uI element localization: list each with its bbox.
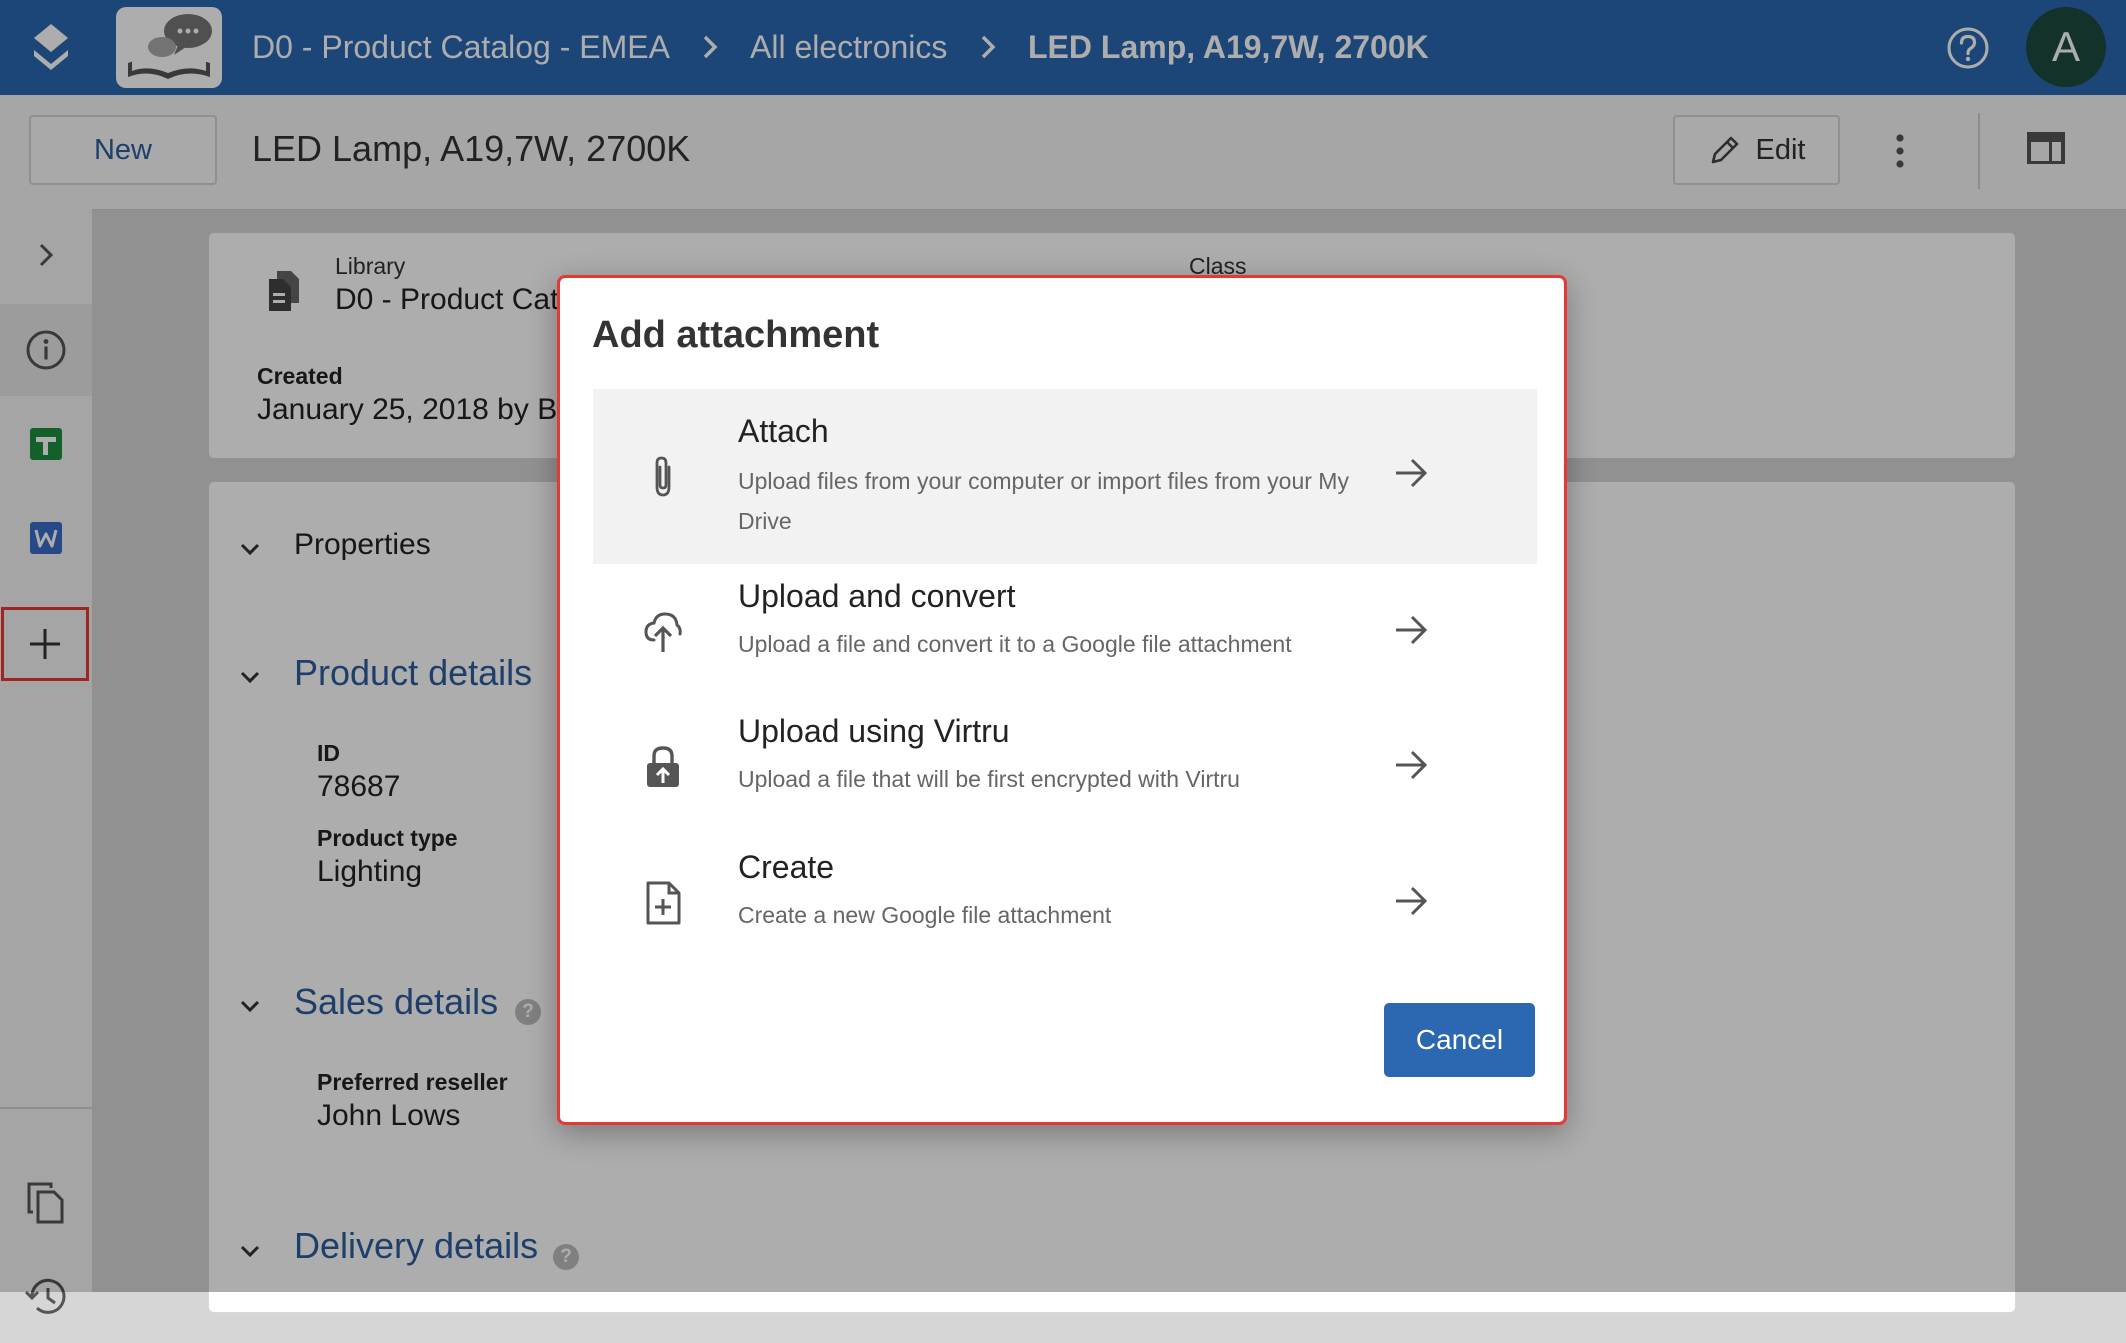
new-file-icon <box>646 881 681 925</box>
add-attachment-dialog: Add attachment Attach Upload files from … <box>557 275 1567 1125</box>
lock-upload-icon <box>647 746 679 787</box>
attach-option-description: Upload files from your computer or impor… <box>738 468 1349 534</box>
upload-convert-icon <box>644 612 682 652</box>
arrow-right-icon <box>1396 886 1428 916</box>
arrow-right-icon <box>1396 615 1428 645</box>
create-option-description: Create a new Google file attachment <box>738 902 1112 928</box>
cancel-button[interactable]: Cancel <box>1384 1003 1535 1077</box>
upload-virtru-option-description: Upload a file that will be first encrypt… <box>738 766 1240 792</box>
dialog-title: Add attachment <box>592 314 880 356</box>
arrow-right-icon <box>1396 750 1428 780</box>
upload-convert-option-description: Upload a file and convert it to a Google… <box>738 631 1292 657</box>
upload-virtru-option-title: Upload using Virtru <box>738 713 1010 749</box>
attach-option[interactable]: Attach Upload files from your computer o… <box>593 389 1537 564</box>
create-option-title: Create <box>738 849 835 885</box>
upload-virtru-option[interactable]: Upload using Virtru Upload a file that w… <box>593 703 1537 833</box>
arrow-right-icon <box>1396 458 1428 488</box>
upload-convert-option-title: Upload and convert <box>738 578 1016 614</box>
create-option[interactable]: Create Create a new Google file attachme… <box>593 839 1537 969</box>
upload-convert-option[interactable]: Upload and convert Upload a file and con… <box>593 568 1537 698</box>
paperclip-icon <box>655 456 671 497</box>
attach-option-title: Attach <box>738 413 829 449</box>
